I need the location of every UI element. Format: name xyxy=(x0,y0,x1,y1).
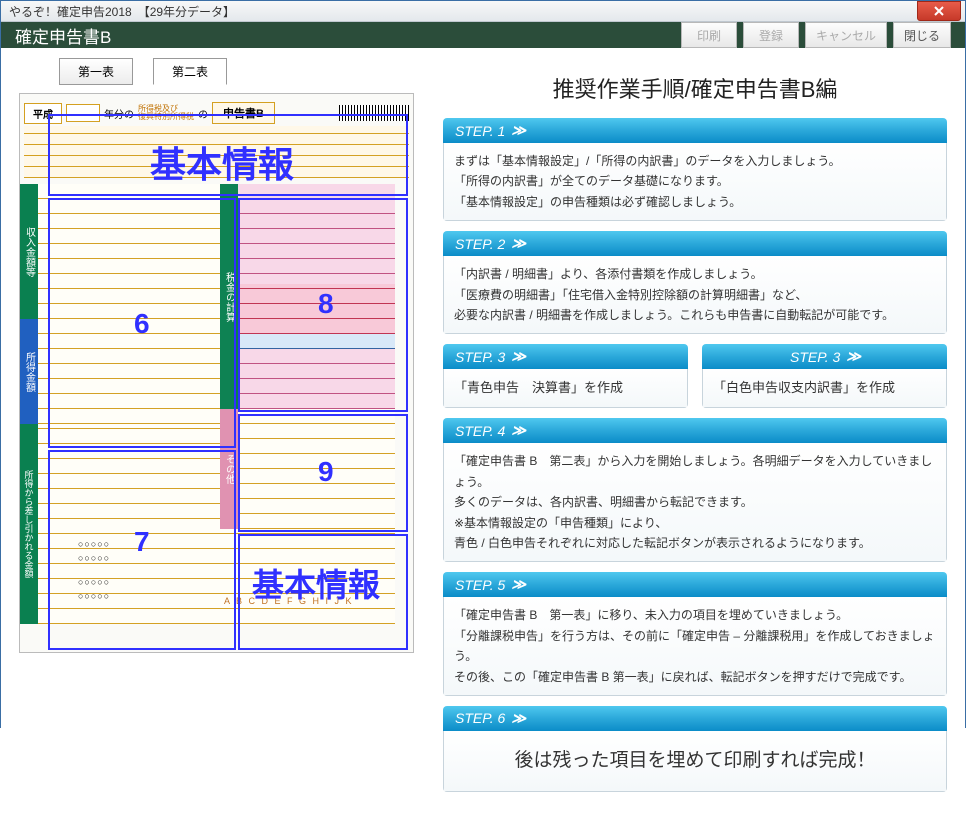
close-icon xyxy=(933,6,945,16)
step-2-header[interactable]: STEP. 2 ≫ xyxy=(443,231,947,256)
cancel-button[interactable]: キャンセル xyxy=(805,22,887,48)
step-2: STEP. 2 ≫ 「内訳書 / 明細書」より、各添付書類を作成しましょう。 「… xyxy=(443,231,947,334)
overlay-basic-bottom[interactable] xyxy=(238,534,408,650)
step-6: STEP. 6 ≫ 後は残った項目を埋めて印刷すれば完成！ xyxy=(443,706,947,792)
step-6-label: STEP. 6 xyxy=(455,710,505,726)
step-1-label: STEP. 1 xyxy=(455,123,505,139)
step-5-body: 「確定申告書 B 第一表」に移り、未入力の項目を埋めていきましょう。 「分離課税… xyxy=(443,597,947,696)
overlay-6[interactable] xyxy=(48,198,236,448)
window-title: やるぞ！確定申告2018 【29年分データ】 xyxy=(9,3,235,20)
left-pane: 第一表 第二表 平成 年分の 所得税及び 復興特別所得税 の 申告書B xyxy=(19,58,419,802)
step-3a-body: 「青色申告 決算書」を作成 xyxy=(443,369,688,408)
workflow-title: 推奨作業手順/確定申告書B編 xyxy=(443,72,947,104)
right-pane: 推奨作業手順/確定申告書B編 STEP. 1 ≫ まずは「基本情報設定」/「所得… xyxy=(443,58,947,802)
chevron-icon: ≫ xyxy=(511,576,524,593)
titlebar: やるぞ！確定申告2018 【29年分データ】 xyxy=(1,1,965,22)
step-3b-body: 「白色申告収支内訳書」を作成 xyxy=(702,369,947,408)
step-3a: STEP. 3 ≫ 「青色申告 決算書」を作成 xyxy=(443,344,688,408)
vlabel-income: 収入金額等 xyxy=(20,184,38,319)
tab-sheet2[interactable]: 第二表 xyxy=(153,58,227,85)
step-1-header[interactable]: STEP. 1 ≫ xyxy=(443,118,947,143)
vlabel-shotoku: 所得金額 xyxy=(20,319,38,424)
step-5-label: STEP. 5 xyxy=(455,577,505,593)
overlay-9[interactable] xyxy=(238,414,408,532)
header-bar: 確定申告書B 印刷 登録 キャンセル 閉じる xyxy=(1,22,965,48)
chevron-icon: ≫ xyxy=(511,348,524,365)
chevron-icon: ≫ xyxy=(511,422,524,439)
step-1-body: まずは「基本情報設定」/「所得の内訳書」のデータを入力しましょう。 「所得の内訳… xyxy=(443,143,947,221)
step-3-row: STEP. 3 ≫ 「青色申告 決算書」を作成 STEP. 3 ≫ 「白色申告収… xyxy=(443,344,947,418)
step-3b-label: STEP. 3 xyxy=(790,349,840,365)
register-button[interactable]: 登録 xyxy=(743,22,799,48)
chevron-icon: ≫ xyxy=(511,235,524,252)
vlabel-deduct: 所得から差し引かれる金額 xyxy=(20,424,38,624)
form-preview[interactable]: 平成 年分の 所得税及び 復興特別所得税 の 申告書B 収入金額等 xyxy=(19,93,414,653)
content-area: 第一表 第二表 平成 年分の 所得税及び 復興特別所得税 の 申告書B xyxy=(1,48,965,820)
overlay-7[interactable] xyxy=(48,450,236,650)
tab-sheet1[interactable]: 第一表 xyxy=(59,58,133,85)
step-6-header[interactable]: STEP. 6 ≫ xyxy=(443,706,947,731)
chevron-icon: ≫ xyxy=(846,348,859,365)
step-1: STEP. 1 ≫ まずは「基本情報設定」/「所得の内訳書」のデータを入力しまし… xyxy=(443,118,947,221)
step-3a-label: STEP. 3 xyxy=(455,349,505,365)
step-4-header[interactable]: STEP. 4 ≫ xyxy=(443,418,947,443)
step-5: STEP. 5 ≫ 「確定申告書 B 第一表」に移り、未入力の項目を埋めていきま… xyxy=(443,572,947,696)
chevron-icon: ≫ xyxy=(511,122,524,139)
header-buttons: 印刷 登録 キャンセル 閉じる xyxy=(681,22,951,48)
step-4: STEP. 4 ≫ 「確定申告書 B 第二表」から入力を開始しましょう。各明細デ… xyxy=(443,418,947,562)
overlay-basic-top[interactable] xyxy=(48,114,408,196)
step-3b: STEP. 3 ≫ 「白色申告収支内訳書」を作成 xyxy=(702,344,947,408)
page-title: 確定申告書B xyxy=(15,23,111,48)
app-window: やるぞ！確定申告2018 【29年分データ】 確定申告書B 印刷 登録 キャンセ… xyxy=(0,0,966,728)
step-4-body: 「確定申告書 B 第二表」から入力を開始しましょう。各明細データを入力していきま… xyxy=(443,443,947,562)
step-3a-header[interactable]: STEP. 3 ≫ xyxy=(443,344,688,369)
step-3b-header[interactable]: STEP. 3 ≫ xyxy=(702,344,947,369)
titlebar-buttons xyxy=(917,1,965,21)
overlay-8[interactable] xyxy=(238,198,408,412)
step-2-label: STEP. 2 xyxy=(455,236,505,252)
step-2-body: 「内訳書 / 明細書」より、各添付書類を作成しましょう。 「医療費の明細書」「住… xyxy=(443,256,947,334)
print-button[interactable]: 印刷 xyxy=(681,22,737,48)
step-5-header[interactable]: STEP. 5 ≫ xyxy=(443,572,947,597)
tabs: 第一表 第二表 xyxy=(19,58,419,85)
chevron-icon: ≫ xyxy=(511,710,524,727)
close-button[interactable]: 閉じる xyxy=(893,22,951,48)
window-close-button[interactable] xyxy=(917,1,961,21)
step-6-body: 後は残った項目を埋めて印刷すれば完成！ xyxy=(443,731,947,792)
step-4-label: STEP. 4 xyxy=(455,423,505,439)
